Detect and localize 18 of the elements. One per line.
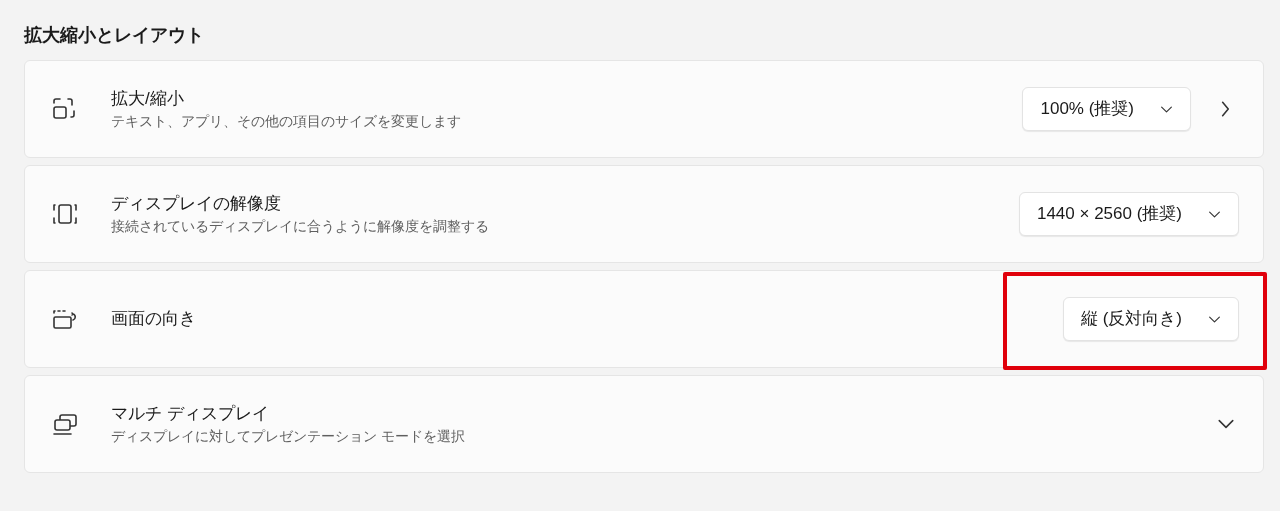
setting-title: 拡大/縮小: [111, 88, 185, 110]
section-title: 拡大縮小とレイアウト: [24, 24, 205, 47]
multiple-monitors-icon: [51, 411, 79, 437]
setting-title: 画面の向き: [111, 308, 197, 330]
dropdown[interactable]: 縦 (反対向き): [1062, 297, 1239, 341]
setting-title: マルチ ディスプレイ: [111, 403, 270, 425]
settings-card[interactable]: ディスプレイの解像度 接続されているディスプレイに合うように解像度を調整する 1440 × 2560 (推奨): [24, 165, 1264, 263]
settings-card[interactable]: 画面の向き 縦 (反対向き): [24, 270, 1264, 368]
resolution-frame-icon: [51, 201, 79, 227]
setting-title: ディスプレイの解像度: [111, 193, 282, 215]
resize-frame-icon: [51, 96, 77, 122]
setting-description: 接続されているディスプレイに合うように解像度を調整する: [111, 217, 490, 236]
settings-card[interactable]: 拡大/縮小 テキスト、アプリ、その他の項目のサイズを変更します 100% (推奨): [24, 60, 1264, 158]
setting-description: ディスプレイに対してプレゼンテーション モードを選択: [111, 427, 466, 446]
settings-card[interactable]: マルチ ディスプレイ ディスプレイに対してプレゼンテーション モードを選択: [24, 375, 1264, 473]
setting-description: テキスト、アプリ、その他の項目のサイズを変更します: [111, 112, 462, 131]
dropdown[interactable]: 1440 × 2560 (推奨): [1018, 192, 1239, 236]
dropdown[interactable]: 100% (推奨): [1022, 87, 1191, 131]
